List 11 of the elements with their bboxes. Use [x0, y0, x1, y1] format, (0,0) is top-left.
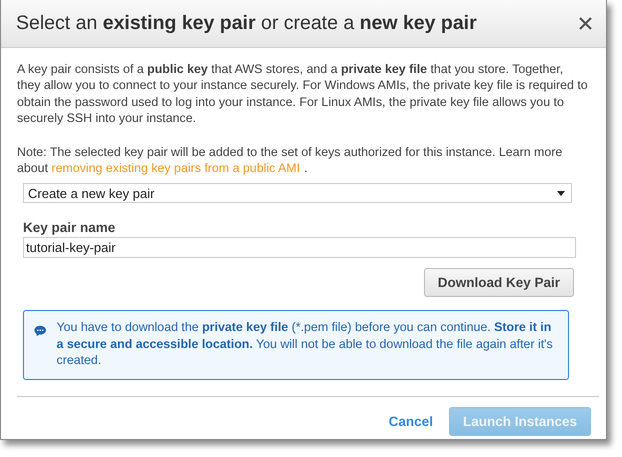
info-text: You have to download the private key file (*.pem file) before you can continue. Store it in a secure and accessible location. You will not be able to download the file again after it's created.	[56, 319, 554, 369]
note-text: Note: The selected key pair will be added to the set of keys authorized for this instance. Learn more about removing existing key pairs from a public AMI .	[17, 144, 564, 176]
key-pair-name-field[interactable]: tutorial-key-pair	[23, 237, 576, 258]
cancel-button[interactable]: Cancel	[382, 406, 439, 436]
dialog-title: Select an existing key pair or create a new key pair	[16, 12, 477, 35]
caret-icon	[557, 190, 565, 196]
field-label: Key pair name	[23, 220, 116, 236]
description-text: A key pair consists of a public key that AWS stores, and a private key file that you store. Together, they allow you to connect to your instance securely. For Windows AMIs, the private key file is required to obtain the password used to log into your instance. For Linux AMIs, the private key file allows you to securely SSH into your instance.	[17, 61, 589, 127]
close-icon[interactable]	[579, 17, 592, 30]
download-button[interactable]: Download Key Pair	[424, 268, 574, 298]
key-pair-select[interactable]: Create a new key pair	[23, 183, 572, 204]
